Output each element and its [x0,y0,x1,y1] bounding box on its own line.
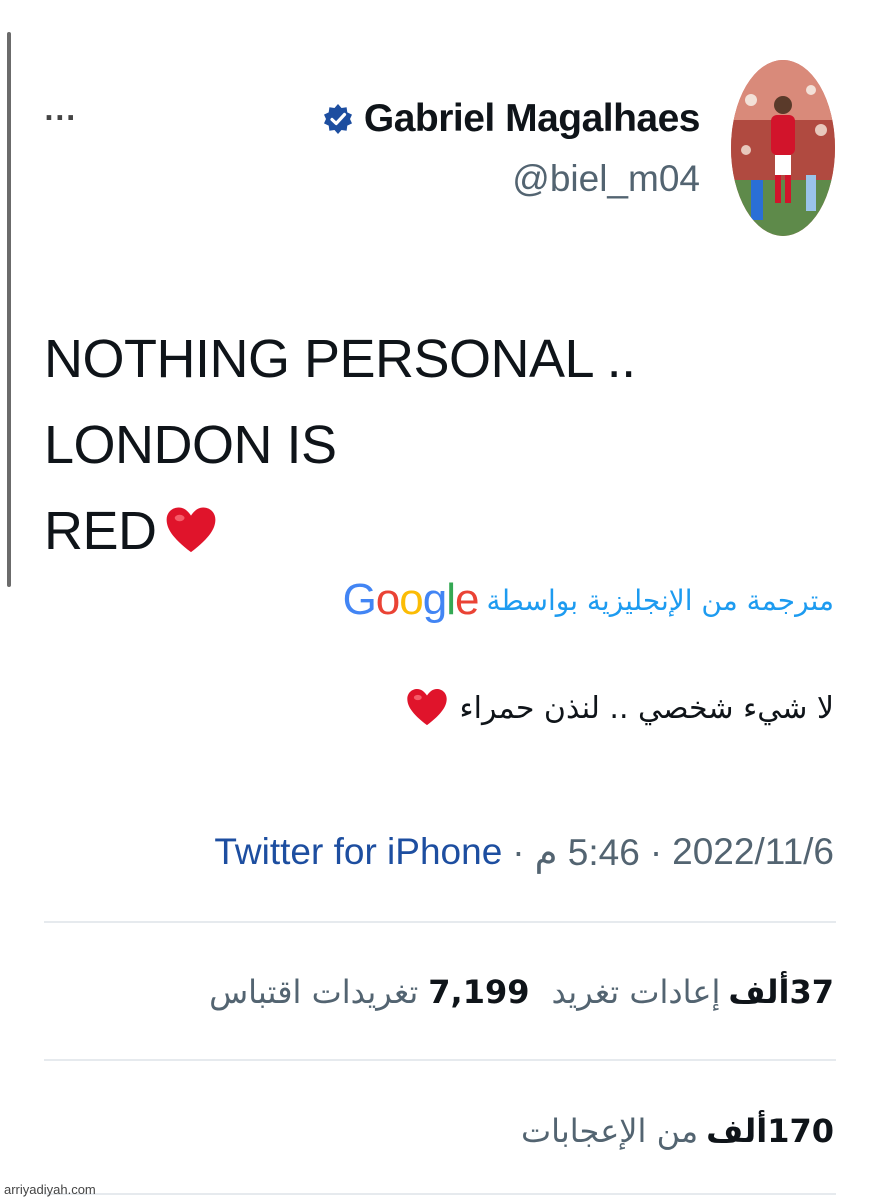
quotes-stat[interactable]: 7,199 تغريدات اقتباس [209,973,529,1011]
author-name-row[interactable]: Gabriel Magalhaes [322,95,701,143]
author-handle[interactable]: @biel_m04 [512,158,700,200]
likes-label: من الإعجابات [521,1112,699,1150]
stats-row-retweets: 37 ألف إعادات تغريد 7,199 تغريدات اقتباس [209,964,834,1020]
translated-text-content: لا شيء شخصي .. لنذن حمراء [459,690,835,726]
retweets-stat[interactable]: 37 ألف إعادات تغريد [552,973,835,1011]
retweets-count: 37 [789,973,834,1011]
quotes-count: 7,199 [428,973,530,1011]
translation-label: مترجمة من الإنجليزية بواسطة [486,583,834,617]
avatar[interactable] [731,60,835,236]
translated-text: لا شيء شخصي .. لنذن حمراء [406,678,835,738]
meta-separator: · [649,831,663,872]
tweet-meta: Twitter for iPhone · 5:46 م · 2022/11/6 [214,826,834,878]
author-display-name: Gabriel Magalhaes [363,97,701,140]
divider [44,1193,836,1195]
divider [44,1059,836,1061]
likes-count: 170 [767,1112,834,1150]
likes-stat[interactable]: 170 ألف من الإعجابات [521,1112,834,1150]
source-link[interactable]: Twitter for iPhone [214,831,502,873]
more-options-button[interactable]: ... [44,92,84,132]
tweet-text-line-2: RED [44,488,834,574]
left-border-bar [7,32,11,587]
site-watermark: arriyadiyah.com [4,1182,96,1197]
red-heart-emoji [406,688,447,726]
retweets-unit: ألف [728,973,790,1011]
tweet-text-line-2-text: RED [44,501,157,561]
divider [44,921,836,923]
tweet-text: NOTHING PERSONAL .. LONDON IS RED [44,316,834,574]
translation-attribution[interactable]: مترجمة من الإنجليزية بواسطة Google [343,570,834,630]
tweet-time[interactable]: 5:46 م [535,831,640,874]
tweet-text-line-1: NOTHING PERSONAL .. LONDON IS [44,329,636,475]
retweets-label: إعادات تغريد [551,973,721,1011]
stats-row-likes: 170 ألف من الإعجابات [521,1103,834,1159]
google-logo: Google [342,575,480,624]
verified-badge-icon [323,104,352,134]
tweet-date[interactable]: 2022/11/6 [672,831,834,873]
more-options-icon: ... [44,97,77,127]
quotes-label: تغريدات اقتباس [209,973,419,1011]
meta-separator: · [512,831,525,872]
red-heart-emoji [166,507,215,553]
likes-unit: ألف [706,1112,768,1150]
